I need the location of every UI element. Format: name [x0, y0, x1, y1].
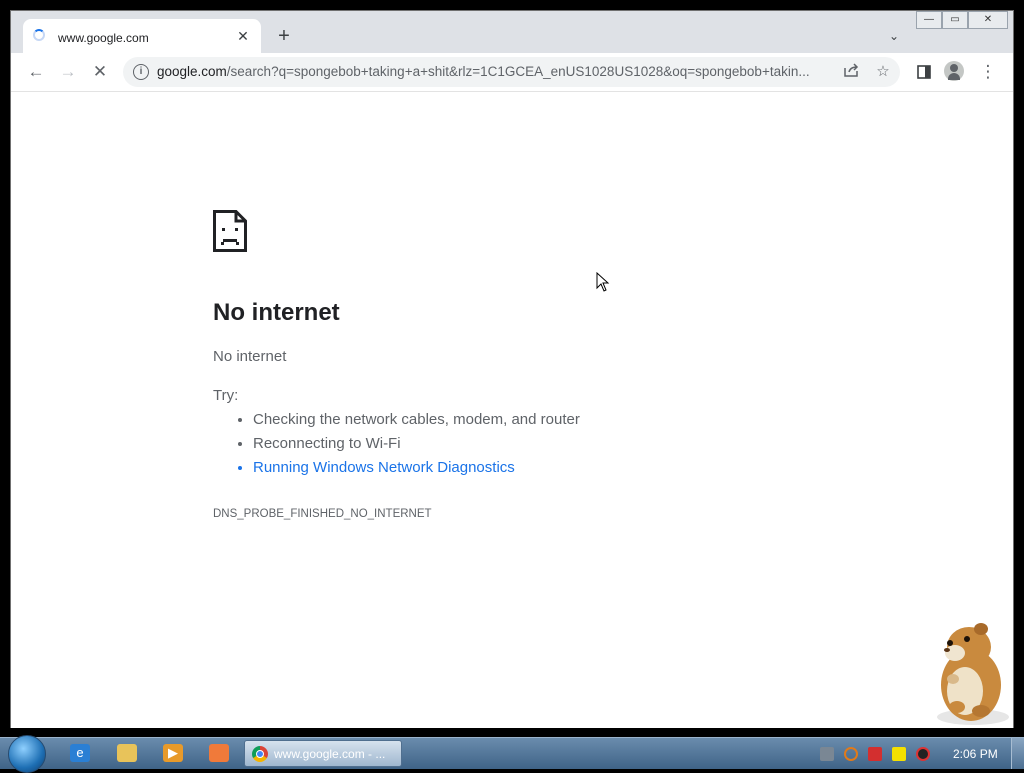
error-code: DNS_PROBE_FINISHED_NO_INTERNET [213, 508, 432, 520]
tab-close-icon[interactable]: ✕ [235, 28, 251, 44]
suggestion-item: Reconnecting to Wi-Fi [253, 432, 580, 456]
flag-icon[interactable] [868, 747, 882, 761]
error-subtitle: No internet [213, 348, 287, 365]
search-tray-icon[interactable] [844, 747, 858, 761]
profile-avatar-icon[interactable] [944, 61, 964, 81]
stop-loading-button[interactable]: ✕ [89, 61, 111, 83]
task-label: www.google.com - ... [274, 747, 386, 761]
toolbar: ← → ✕ i google.com/search?q=spongebob+ta… [11, 53, 1013, 92]
tab-search-button[interactable]: ⌄ [885, 27, 903, 45]
media-player-icon[interactable]: ▶ [163, 744, 183, 762]
app-icon[interactable] [209, 744, 229, 762]
suggestion-list: Checking the network cables, modem, and … [213, 408, 580, 480]
share-icon[interactable] [841, 62, 861, 82]
bookmark-star-icon[interactable]: ☆ [873, 62, 893, 82]
volume-icon[interactable] [916, 747, 930, 761]
task-chrome-window[interactable]: www.google.com - ... [244, 740, 402, 767]
url-path: /search?q=spongebob+taking+a+shit&rlz=1C… [226, 64, 810, 79]
site-info-icon[interactable]: i [133, 64, 149, 80]
tab-strip: www.google.com ✕ + ⌄ — ▭ ✕ [11, 11, 1013, 53]
tab-title: www.google.com [58, 31, 149, 45]
loading-spinner-icon [33, 29, 45, 41]
back-button[interactable]: ← [25, 61, 47, 83]
taskbar: e ▶ www.google.com - ... 2:06 PM [0, 735, 1024, 773]
taskbar-clock[interactable]: 2:06 PM [953, 747, 998, 761]
note-icon[interactable] [892, 747, 906, 761]
suggestion-item: Checking the network cables, modem, and … [253, 408, 580, 432]
try-label: Try: [213, 387, 239, 404]
chrome-icon [252, 746, 268, 762]
close-window-button[interactable]: ✕ [968, 11, 1008, 29]
network-diagnostics-link[interactable]: Running Windows Network Diagnostics [253, 456, 580, 480]
address-bar[interactable]: i google.com/search?q=spongebob+taking+a… [123, 57, 900, 87]
minimize-button[interactable]: — [916, 11, 942, 29]
mouse-cursor-icon [596, 271, 610, 297]
tray-app-icon[interactable] [820, 747, 834, 761]
error-title: No internet [213, 299, 340, 326]
browser-window: www.google.com ✕ + ⌄ — ▭ ✕ ← → ✕ i googl… [10, 10, 1014, 728]
file-explorer-icon[interactable] [117, 744, 137, 762]
address-url[interactable]: google.com/search?q=spongebob+taking+a+s… [157, 64, 837, 79]
sad-document-icon [213, 210, 247, 257]
start-button[interactable] [8, 735, 46, 773]
forward-button[interactable]: → [57, 61, 79, 83]
tab-google[interactable]: www.google.com ✕ [23, 19, 261, 53]
hamster-mascot-icon [919, 619, 1015, 734]
side-panel-icon[interactable] [913, 61, 935, 83]
show-desktop-button[interactable] [1011, 738, 1024, 769]
internet-explorer-icon[interactable]: e [70, 744, 90, 762]
menu-button[interactable]: ⋮ [977, 61, 999, 83]
url-host: google.com [157, 64, 227, 79]
maximize-button[interactable]: ▭ [942, 11, 968, 29]
new-tab-button[interactable]: + [273, 25, 295, 47]
page-content: No internet No internet Try: Checking th… [11, 92, 1013, 728]
